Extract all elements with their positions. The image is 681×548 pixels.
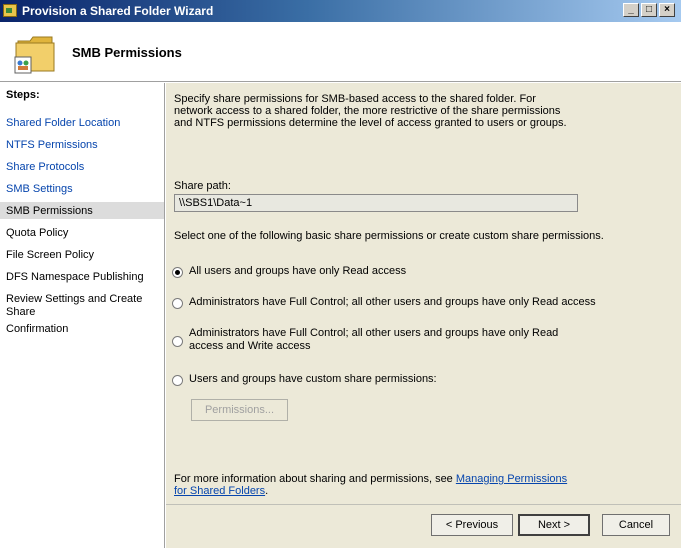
- radio-button[interactable]: [172, 298, 183, 309]
- title-bar: Provision a Shared Folder Wizard _ □ ×: [0, 0, 681, 22]
- step-quota-policy: Quota Policy: [6, 227, 69, 239]
- option-admin-full-control-read[interactable]: Administrators have Full Control; all ot…: [172, 296, 596, 309]
- folder-share-icon: [14, 36, 55, 74]
- step-smb-settings[interactable]: SMB Settings: [0, 183, 164, 196]
- previous-button[interactable]: < Previous: [431, 514, 513, 536]
- info-suffix: .: [265, 485, 269, 497]
- description-text: Specify share permissions for SMB-based …: [174, 93, 567, 129]
- window-controls: _ □ ×: [623, 3, 675, 17]
- share-path-field: \\SBS1\Data~1: [174, 194, 578, 212]
- step-dfs-namespace-publishing: DFS Namespace Publishing: [6, 271, 144, 283]
- minimize-button[interactable]: _: [623, 3, 639, 17]
- info-prefix: For more information about sharing and p…: [174, 473, 456, 485]
- select-prompt-text: Select one of the following basic share …: [174, 230, 604, 242]
- step-smb-permissions: SMB Permissions: [0, 202, 164, 219]
- option-label: All users and groups have only Read acce…: [189, 265, 407, 277]
- step-file-screen-policy: File Screen Policy: [6, 249, 95, 261]
- radio-button[interactable]: [172, 336, 183, 347]
- page-title: SMB Permissions: [72, 45, 182, 60]
- step-confirmation: Confirmation: [6, 323, 69, 335]
- radio-button[interactable]: [172, 267, 183, 278]
- info-text: For more information about sharing and p…: [174, 473, 574, 497]
- radio-button[interactable]: [172, 375, 183, 386]
- close-button[interactable]: ×: [659, 3, 675, 17]
- option-read-only[interactable]: All users and groups have only Read acce…: [172, 265, 406, 278]
- maximize-button[interactable]: □: [641, 3, 657, 17]
- steps-heading: Steps:: [6, 89, 40, 101]
- steps-pane: Steps: Shared Folder Location NTFS Permi…: [0, 83, 165, 548]
- window-title: Provision a Shared Folder Wizard: [22, 4, 214, 18]
- step-share-protocols[interactable]: Share Protocols: [0, 161, 164, 174]
- permissions-button: Permissions...: [191, 399, 288, 421]
- step-shared-folder-location[interactable]: Shared Folder Location: [0, 117, 164, 130]
- main-content: Specify share permissions for SMB-based …: [166, 83, 681, 548]
- cancel-button[interactable]: Cancel: [602, 514, 670, 536]
- step-review-settings: Review Settings and Create Share: [6, 293, 143, 318]
- option-custom-permissions[interactable]: Users and groups have custom share permi…: [172, 373, 437, 386]
- option-label: Users and groups have custom share permi…: [189, 373, 437, 385]
- footer-divider: [166, 504, 681, 505]
- step-ntfs-permissions[interactable]: NTFS Permissions: [0, 139, 164, 152]
- wizard-header: SMB Permissions: [0, 22, 681, 82]
- option-label: Administrators have Full Control; all ot…: [189, 327, 559, 352]
- option-label: Administrators have Full Control; all ot…: [189, 296, 596, 308]
- share-path-label: Share path:: [174, 180, 231, 192]
- next-button[interactable]: Next >: [518, 514, 590, 536]
- option-admin-full-control-read-write[interactable]: Administrators have Full Control; all ot…: [172, 327, 572, 353]
- wizard-app-icon: [3, 4, 17, 17]
